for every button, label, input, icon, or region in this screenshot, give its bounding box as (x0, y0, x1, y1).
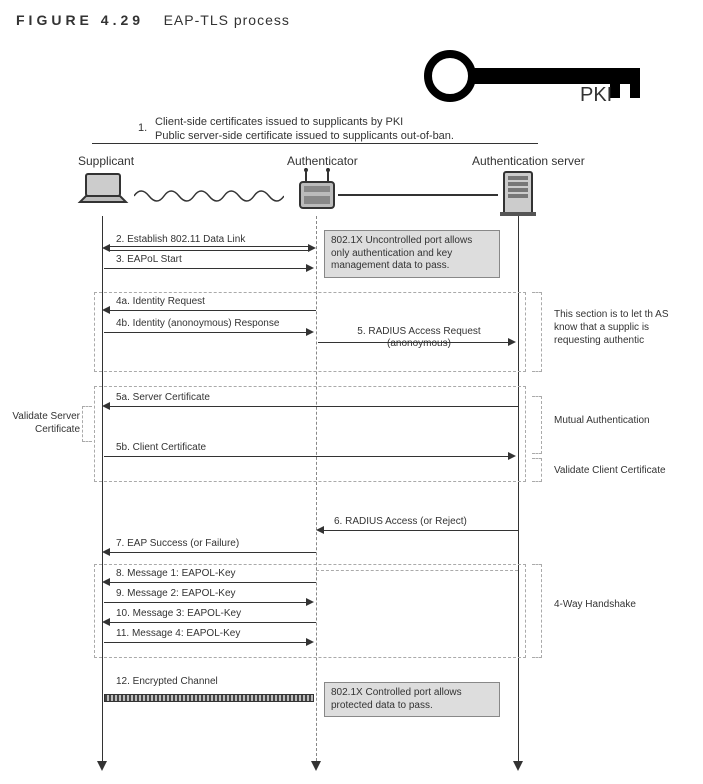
side-note-validate-client: Validate Client Certificate (554, 464, 694, 477)
msg-client-certificate: 5b. Client Certificate (102, 444, 518, 462)
authenticator-ap-icon (296, 166, 338, 215)
brace-validate-server (82, 406, 92, 442)
figure-number: FIGURE 4.29 (16, 12, 144, 28)
authserver-server-icon (498, 168, 538, 221)
msg-eap-success: 7. EAP Success (or Failure) (102, 540, 316, 558)
pki-key-icon (420, 46, 650, 106)
msg-identity-response: 4b. Identity (anonoymous) Response (102, 320, 316, 338)
step1-line1: Client-side certificates issued to suppl… (155, 116, 403, 128)
figure-caption: EAP-TLS process (164, 12, 290, 28)
msg-label: 6. RADIUS Access (or Reject) (334, 516, 467, 527)
figure-title: FIGURE 4.29 EAP-TLS process (0, 0, 703, 36)
msg-label: 5b. Client Certificate (116, 442, 206, 453)
step1-num: 1. (138, 122, 147, 134)
msg-label: 7. EAP Success (or Failure) (116, 538, 239, 549)
eap-tls-diagram: PKI 1. Client-side certificates issued t… (0, 36, 703, 776)
msg-label: 5a. Server Certificate (116, 392, 210, 403)
msg-label: 11. Message 4: EAPOL-Key (116, 628, 240, 639)
supplicant-laptop-icon (76, 172, 130, 213)
msg-label: 4b. Identity (anonoymous) Response (116, 318, 279, 329)
msg-identity-request: 4a. Identity Request (102, 298, 316, 316)
msg-eapol-key-3: 10. Message 3: EAPOL-Key (102, 610, 316, 628)
encrypted-channel-bar (104, 694, 314, 702)
msg-label: 3. EAPoL Start (116, 254, 182, 265)
brace-handshake (532, 564, 542, 658)
msg-radius-access: 6. RADIUS Access (or Reject) (316, 518, 518, 536)
side-note-handshake: 4-Way Handshake (554, 598, 654, 611)
dashed-connector (316, 570, 518, 571)
msg-eapol-start: 3. EAPoL Start (102, 256, 316, 274)
arrow-down-icon (311, 761, 321, 771)
msg-eapol-key-1: 8. Message 1: EAPOL-Key (102, 570, 316, 588)
brace-validate-client (532, 458, 542, 482)
lifeline-authenticator (316, 216, 317, 761)
msg-radius-access-request: 5. RADIUS Access Request (anonoymous) (316, 330, 518, 348)
msg-label: 10. Message 3: EAPOL-Key (116, 608, 241, 619)
step1-underline (92, 143, 538, 144)
side-note-validate-server: Validate Server Certificate (4, 410, 80, 436)
lifeline-authserver (518, 216, 519, 761)
msg-label: 12. Encrypted Channel (116, 676, 218, 687)
arrow-down-icon (97, 761, 107, 771)
brace-mutual-auth (532, 396, 542, 454)
note-controlled-port: 802.1X Controlled port allows protected … (324, 682, 500, 717)
step1-line2: Public server-side certificate issued to… (155, 130, 454, 142)
wireless-wave-icon (134, 186, 284, 209)
msg-eapol-key-4: 11. Message 4: EAPOL-Key (102, 630, 316, 648)
lane-supplicant-label: Supplicant (78, 154, 134, 168)
msg-label: 8. Message 1: EAPOL-Key (116, 568, 236, 579)
msg-label: 2. Establish 802.11 Data Link (116, 234, 245, 245)
note-uncontrolled-port: 802.1X Uncontrolled port allows only aut… (324, 230, 500, 278)
lane-authserver-label: Authentication server (472, 154, 585, 168)
pki-label: PKI (580, 84, 612, 107)
msg-label: 9. Message 2: EAPOL-Key (116, 588, 236, 599)
msg-label: 5. RADIUS Access Request (anonoymous) (334, 326, 504, 350)
side-note-identity: This section is to let th AS know that a… (554, 308, 694, 347)
msg-eapol-key-2: 9. Message 2: EAPOL-Key (102, 590, 316, 608)
wired-link-line (338, 194, 498, 196)
arrow-down-icon (513, 761, 523, 771)
brace-identity (532, 292, 542, 372)
msg-establish-datalink: 2. Establish 802.11 Data Link (102, 236, 316, 254)
msg-label: 4a. Identity Request (116, 296, 205, 307)
msg-server-certificate: 5a. Server Certificate (102, 394, 518, 412)
side-note-mutual-auth: Mutual Authentication (554, 414, 674, 427)
